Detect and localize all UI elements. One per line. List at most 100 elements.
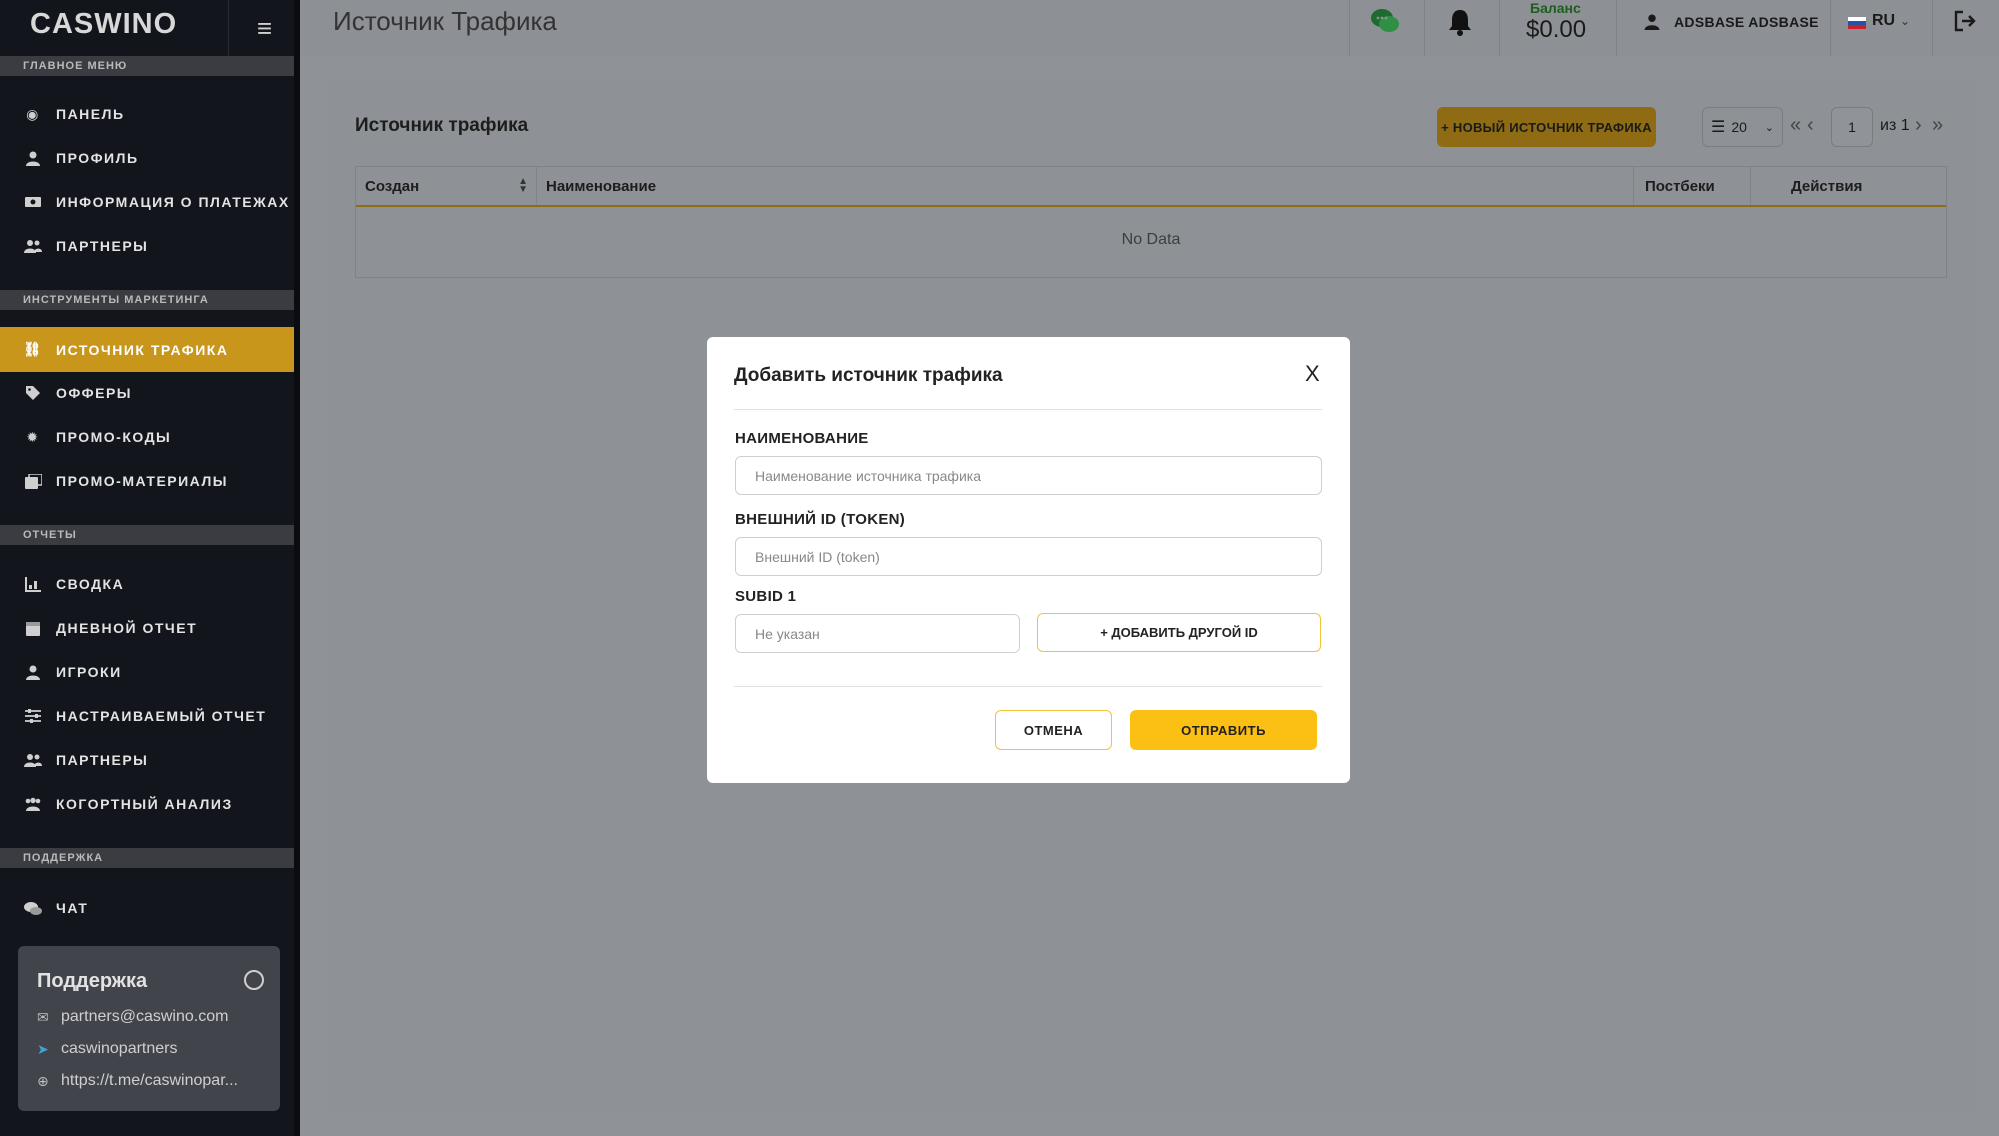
column-actions: Действия [1751, 167, 1946, 205]
next-page-icon[interactable]: › [1915, 114, 1922, 137]
cancel-button[interactable]: ОТМЕНА [995, 710, 1112, 750]
comments-icon [24, 899, 42, 917]
sidebar: CASWINO ≡ ГЛАВНОЕ МЕНЮ ◉ ПАНЕЛЬ ПРОФИЛЬ … [0, 0, 300, 1136]
header-divider [1499, 0, 1500, 56]
sidebar-item-dashboard[interactable]: ◉ ПАНЕЛЬ [0, 92, 300, 136]
hamburger-menu-icon[interactable]: ≡ [228, 0, 300, 56]
sidebar-item-label: ПРОМО-МАТЕРИАЛЫ [56, 473, 228, 489]
sidebar-item-label: ПАРТНЕРЫ [56, 238, 149, 254]
column-name[interactable]: Наименование [537, 167, 1634, 205]
sidebar-item-promo-codes[interactable]: ✹ ПРОМО-КОДЫ [0, 415, 300, 459]
sidebar-item-players[interactable]: ИГРОКИ [0, 650, 300, 694]
column-label: Постбеки [1645, 177, 1715, 195]
header-divider [1424, 0, 1425, 56]
users-icon [24, 237, 42, 255]
russia-flag-icon [1848, 16, 1866, 29]
sidebar-item-payments[interactable]: ИНФОРМАЦИЯ О ПЛАТЕЖАХ [0, 180, 300, 224]
chevron-down-icon: ⌄ [1764, 121, 1774, 134]
user-icon [24, 149, 42, 167]
page-size-select[interactable]: ☰ 20 ⌄ [1702, 107, 1783, 147]
balance-value: $0.00 [1526, 16, 1587, 43]
close-icon[interactable]: X [1305, 361, 1320, 387]
sidebar-item-report-partners[interactable]: ПАРТНЕРЫ [0, 738, 300, 782]
last-page-icon[interactable]: » [1932, 114, 1943, 137]
sidebar-item-label: ИНФОРМАЦИЯ О ПЛАТЕЖАХ [56, 194, 290, 210]
chart-icon [24, 575, 42, 593]
support-telegram-text: caswinopartners [61, 1040, 178, 1057]
empty-state-text: No Data [1121, 231, 1181, 248]
divider [734, 409, 1322, 410]
user-name[interactable]: ADSBASE ADSBASE [1674, 14, 1819, 30]
header-divider [1349, 0, 1350, 56]
money-icon [24, 193, 42, 211]
calendar-icon [24, 619, 42, 637]
page-number-input[interactable]: 1 [1831, 107, 1873, 147]
add-traffic-source-modal: Добавить источник трафика X НАИМЕНОВАНИЕ… [707, 337, 1350, 783]
column-postbacks[interactable]: Постбеки [1634, 167, 1751, 205]
globe-icon: ⊕ [37, 1072, 49, 1089]
subid-input[interactable]: Не указан [735, 614, 1020, 653]
sidebar-item-cohort-analysis[interactable]: КОГОРТНЫЙ АНАЛИЗ [0, 782, 300, 826]
sidebar-item-daily-report[interactable]: ДНЕВНОЙ ОТЧЕТ [0, 606, 300, 650]
sidebar-item-summary[interactable]: СВОДКА [0, 562, 300, 606]
badge-icon: ✹ [26, 428, 40, 445]
user-icon [24, 663, 42, 681]
language-selector[interactable]: RU [1872, 12, 1895, 30]
submit-button[interactable]: ОТПРАВИТЬ [1130, 710, 1317, 750]
section-support: ПОДДЕРЖКА [0, 848, 300, 868]
sidebar-item-promo-materials[interactable]: ПРОМО-МАТЕРИАЛЫ [0, 459, 300, 503]
add-another-id-button[interactable]: + ДОБАВИТЬ ДРУГОЙ ID [1037, 613, 1321, 652]
sidebar-item-label: ИСТОЧНИК ТРАФИКА [56, 341, 229, 358]
token-label: ВНЕШНИЙ ID (TOKEN) [735, 511, 906, 528]
token-input[interactable]: Внешний ID (token) [735, 537, 1322, 576]
logout-icon[interactable] [1954, 10, 1976, 32]
section-marketing: ИНСТРУМЕНТЫ МАРКЕТИНГА [0, 290, 300, 310]
user-icon [1644, 14, 1660, 30]
column-label: Наименование [546, 177, 657, 195]
prev-page-icon[interactable]: ‹ [1807, 114, 1814, 137]
sidebar-item-chat[interactable]: ЧАТ [0, 886, 300, 930]
users-icon [24, 751, 42, 769]
sidebar-item-traffic-source[interactable]: ⛓ ИСТОЧНИК ТРАФИКА [0, 327, 300, 372]
brand-logo[interactable]: CASWINO [30, 8, 177, 41]
column-label: Создан [365, 177, 420, 195]
section-title: Источник трафика [355, 115, 529, 136]
dashboard-icon: ◉ [26, 105, 40, 122]
sort-icon[interactable]: ▲ ▼ [518, 177, 528, 195]
sidebar-item-label: ПРОМО-КОДЫ [56, 429, 172, 445]
link-icon: ⛓ [23, 341, 43, 357]
column-created[interactable]: Создан ▲ ▼ [356, 167, 537, 205]
tags-icon [24, 384, 42, 402]
first-page-icon[interactable]: « [1790, 114, 1801, 137]
sidebar-item-offers[interactable]: ОФФЕРЫ [0, 371, 300, 415]
new-traffic-source-button[interactable]: + НОВЫЙ ИСТОЧНИК ТРАФИКА [1437, 107, 1656, 147]
header-divider [1830, 0, 1831, 56]
sidebar-item-label: ОФФЕРЫ [56, 385, 132, 401]
support-url-text: https://t.me/caswinopar... [61, 1072, 238, 1089]
chat-icon[interactable] [1371, 8, 1399, 34]
sidebar-item-label: ЧАТ [56, 900, 89, 916]
name-input[interactable]: Наименование источника трафика [735, 456, 1322, 495]
sidebar-item-partners[interactable]: ПАРТНЕРЫ [0, 224, 300, 268]
page-size-value: 20 [1731, 119, 1747, 135]
support-email[interactable]: ✉ partners@caswino.com [37, 1008, 228, 1026]
table-header: Создан ▲ ▼ Наименование Постбеки Действия [356, 167, 1946, 207]
support-email-text: partners@caswino.com [61, 1008, 229, 1025]
page-count: из 1 [1880, 117, 1910, 134]
bell-icon[interactable] [1448, 8, 1472, 36]
list-icon: ☰ [1711, 119, 1726, 136]
balance-label: Баланс [1530, 0, 1581, 16]
name-label: НАИМЕНОВАНИЕ [735, 430, 869, 447]
section-main-menu: ГЛАВНОЕ МЕНЮ [0, 56, 300, 76]
sidebar-item-profile[interactable]: ПРОФИЛЬ [0, 136, 300, 180]
chevron-down-icon[interactable]: ⌄ [1900, 14, 1910, 28]
support-telegram[interactable]: ➤ caswinopartners [37, 1040, 178, 1058]
group-icon [24, 795, 42, 813]
telegram-icon: ➤ [37, 1040, 49, 1057]
sidebar-item-custom-report[interactable]: НАСТРАИВАЕМЫЙ ОТЧЕТ [0, 694, 300, 738]
sidebar-item-label: КОГОРТНЫЙ АНАЛИЗ [56, 796, 233, 812]
support-url[interactable]: ⊕ https://t.me/caswinopar... [37, 1072, 238, 1090]
header-divider [1932, 0, 1933, 56]
page-title: Источник Трафика [333, 6, 557, 36]
sidebar-item-label: СВОДКА [56, 576, 125, 592]
